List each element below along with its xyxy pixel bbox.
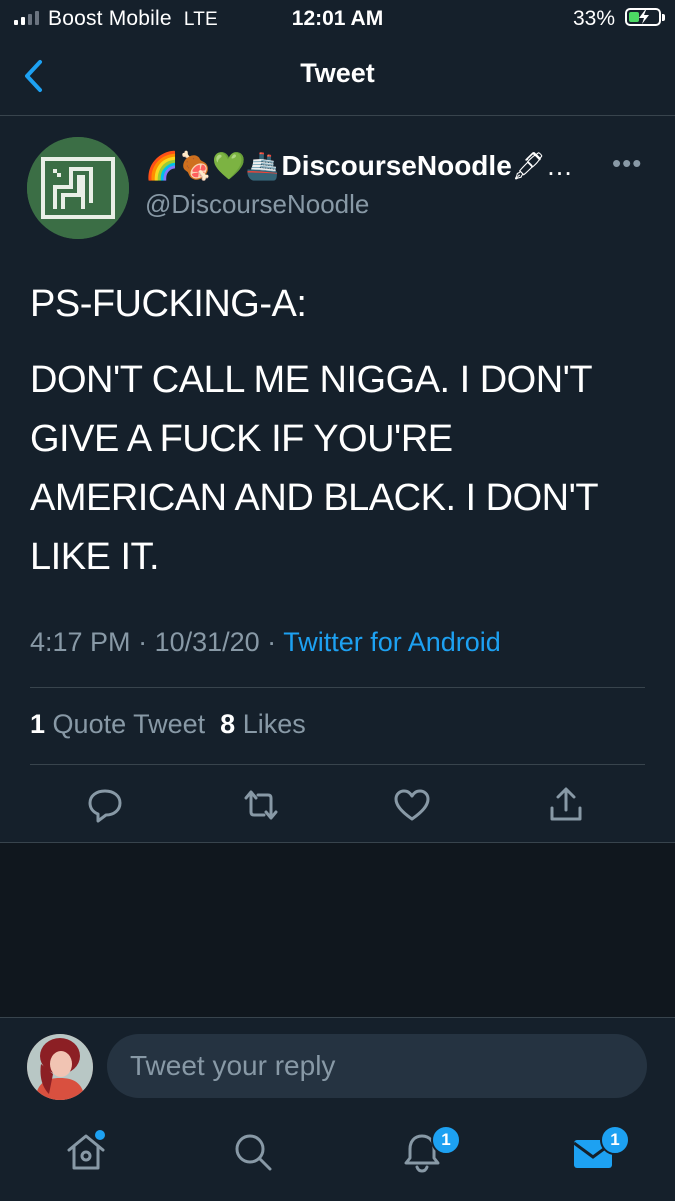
tweet-time: 4:17 PM [30,627,131,657]
tweet-text-line: PS-FUCKING-A: [30,283,307,325]
navigation-bar: Tweet [0,38,675,116]
likes-stat[interactable]: 8 Likes [220,709,306,739]
messages-badge: 1 [600,1125,630,1155]
author-name: DiscourseNoodle [281,150,512,181]
tweet-date: 10/31/20 [154,627,260,657]
snake-logo-icon [27,137,129,239]
notifications-badge: 1 [431,1125,461,1155]
user-photo-icon [27,1034,93,1100]
replies-area [0,842,675,1018]
divider [30,764,645,765]
author-handle[interactable]: @DiscourseNoodle [145,189,369,220]
retweet-icon[interactable] [242,786,280,824]
search-icon[interactable] [231,1130,275,1174]
share-icon[interactable] [547,786,585,824]
tweet-source-link[interactable]: Twitter for Android [283,627,501,657]
author-avatar[interactable] [27,137,129,239]
tweet-stats: 1 Quote Tweet 8 Likes [30,709,306,740]
like-icon[interactable] [393,786,431,824]
tweet-timestamp: 4:17 PM · 10/31/20 · Twitter for Android [30,627,501,657]
status-bar: Boost Mobile LTE 12:01 AM 33% [0,0,675,38]
battery-percentage: 33% [572,7,615,30]
tweet-text-line: DON'T CALL ME NIGGA. I DON'T [30,359,593,401]
current-user-avatar[interactable] [27,1034,93,1100]
tweet-text-line: LIKE IT. [30,536,160,578]
author-display-name[interactable]: 🌈🍖💚🚢DiscourseNoodle🖋… [145,150,575,182]
divider [30,687,645,688]
reply-placeholder: Tweet your reply [130,1050,336,1081]
name-suffix: 🖋… [511,151,574,181]
reply-input[interactable]: Tweet your reply [107,1034,647,1098]
page-title: Tweet [300,58,375,88]
reply-icon[interactable] [86,786,124,824]
name-emojis: 🌈🍖💚🚢 [145,151,280,181]
tweet-text-line: GIVE A FUCK IF YOU'RE [30,418,453,460]
tweet-text-line: AMERICAN AND BLACK. I DON'T [30,477,599,519]
battery-charging-icon [625,8,665,26]
home-new-content-dot [95,1130,105,1140]
more-options-icon[interactable]: ••• [612,148,642,179]
quote-tweets-stat[interactable]: 1 Quote Tweet [30,709,205,739]
